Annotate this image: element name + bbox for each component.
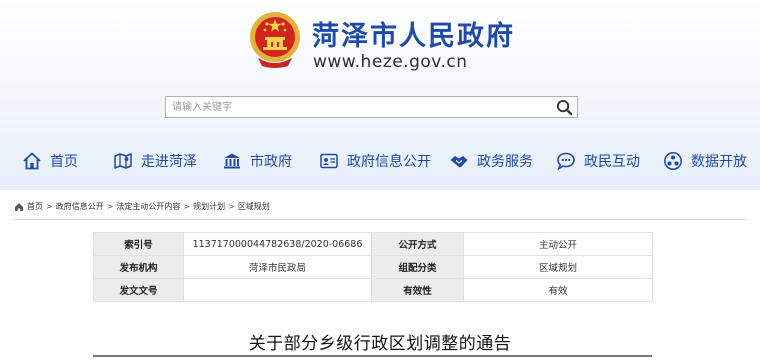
handshake-icon bbox=[450, 156, 468, 168]
index-number-label: 索引号 bbox=[93, 232, 184, 256]
site-title: 菏泽市人民政府 bbox=[312, 21, 515, 52]
document-number-label: 发文文号 bbox=[93, 278, 184, 302]
breadcrumb-separator: > bbox=[228, 202, 235, 211]
search-input[interactable] bbox=[166, 97, 551, 117]
nav-item-public-interaction[interactable]: 政民互动 bbox=[556, 145, 640, 177]
nav-label: 政务服务 bbox=[477, 154, 533, 170]
site-header: 菏泽市人民政府 www.heze.gov.cn 首页 走进菏泽 bbox=[0, 0, 760, 190]
disclosure-method-label: 公开方式 bbox=[371, 232, 464, 256]
search-bar bbox=[165, 96, 578, 118]
data-cluster-icon bbox=[664, 152, 682, 170]
breadcrumb-separator: > bbox=[183, 202, 191, 211]
table-row: 发布机构 菏泽市民政局 组配分类 区域规划 bbox=[93, 255, 653, 279]
nav-item-open-data[interactable]: 数据开放 bbox=[663, 145, 747, 177]
table-row: 发文文号 有效性 有效 bbox=[93, 278, 653, 302]
national-emblem-icon bbox=[250, 12, 300, 68]
nav-item-government-services[interactable]: 政务服务 bbox=[449, 145, 533, 177]
home-icon bbox=[15, 202, 23, 211]
category-label: 组配分类 bbox=[371, 255, 464, 279]
chat-icon bbox=[557, 152, 575, 171]
validity-value: 有效 bbox=[463, 278, 653, 302]
nav-item-explore-heze[interactable]: 走进菏泽 bbox=[113, 145, 197, 177]
site-url: www.heze.gov.cn bbox=[313, 52, 468, 72]
category-value: 区域规划 bbox=[463, 255, 653, 279]
map-icon bbox=[114, 153, 132, 169]
nav-item-city-government[interactable]: 市政府 bbox=[222, 145, 292, 177]
nav-label: 政府信息公开 bbox=[347, 154, 431, 170]
nav-item-home[interactable]: 首页 bbox=[22, 145, 78, 177]
breadcrumb-divider bbox=[14, 219, 746, 220]
nav-label: 政民互动 bbox=[584, 154, 640, 170]
breadcrumb-item-gov-info[interactable]: 政府信息公开 bbox=[56, 201, 104, 212]
building-icon bbox=[224, 153, 240, 169]
home-icon bbox=[23, 152, 41, 170]
main-nav: 首页 走进菏泽 市政府 政府信息公开 政务服务 政民互动 数据开放 bbox=[0, 145, 760, 177]
breadcrumb-item-plans[interactable]: 规划计划 bbox=[193, 201, 225, 212]
index-number-value: 113717000044782638/2020-06686 bbox=[183, 232, 372, 256]
breadcrumb: 首页 > 政府信息公开 > 法定主动公开内容 > 规划计划 > 区域规划 bbox=[14, 201, 270, 212]
breadcrumb-separator: > bbox=[46, 202, 53, 211]
title-divider bbox=[93, 355, 652, 357]
breadcrumb-item-home[interactable]: 首页 bbox=[27, 201, 43, 212]
document-metadata-table: 索引号 113717000044782638/2020-06686 公开方式 主… bbox=[93, 232, 653, 302]
nav-label: 走进菏泽 bbox=[141, 154, 197, 170]
search-icon[interactable] bbox=[556, 99, 573, 116]
nav-label: 首页 bbox=[50, 154, 78, 170]
document-title: 关于部分乡级行政区划调整的通告 bbox=[248, 334, 512, 354]
validity-label: 有效性 bbox=[371, 278, 464, 302]
nav-label: 数据开放 bbox=[691, 154, 747, 170]
nav-label: 市政府 bbox=[250, 154, 292, 170]
nav-item-government-info[interactable]: 政府信息公开 bbox=[319, 145, 431, 177]
issuing-agency-value: 菏泽市民政局 bbox=[183, 255, 372, 279]
issuing-agency-label: 发布机构 bbox=[93, 255, 184, 279]
content-area: 首页 > 政府信息公开 > 法定主动公开内容 > 规划计划 > 区域规划 索引号… bbox=[0, 190, 760, 363]
breadcrumb-item-regional-planning[interactable]: 区域规划 bbox=[238, 201, 270, 212]
info-card-icon bbox=[320, 153, 338, 169]
table-row: 索引号 113717000044782638/2020-06686 公开方式 主… bbox=[93, 232, 653, 256]
disclosure-method-value: 主动公开 bbox=[463, 232, 653, 256]
breadcrumb-item-statutory-content[interactable]: 法定主动公开内容 bbox=[116, 201, 180, 212]
breadcrumb-separator: > bbox=[106, 202, 114, 211]
document-number-value bbox=[183, 278, 372, 302]
